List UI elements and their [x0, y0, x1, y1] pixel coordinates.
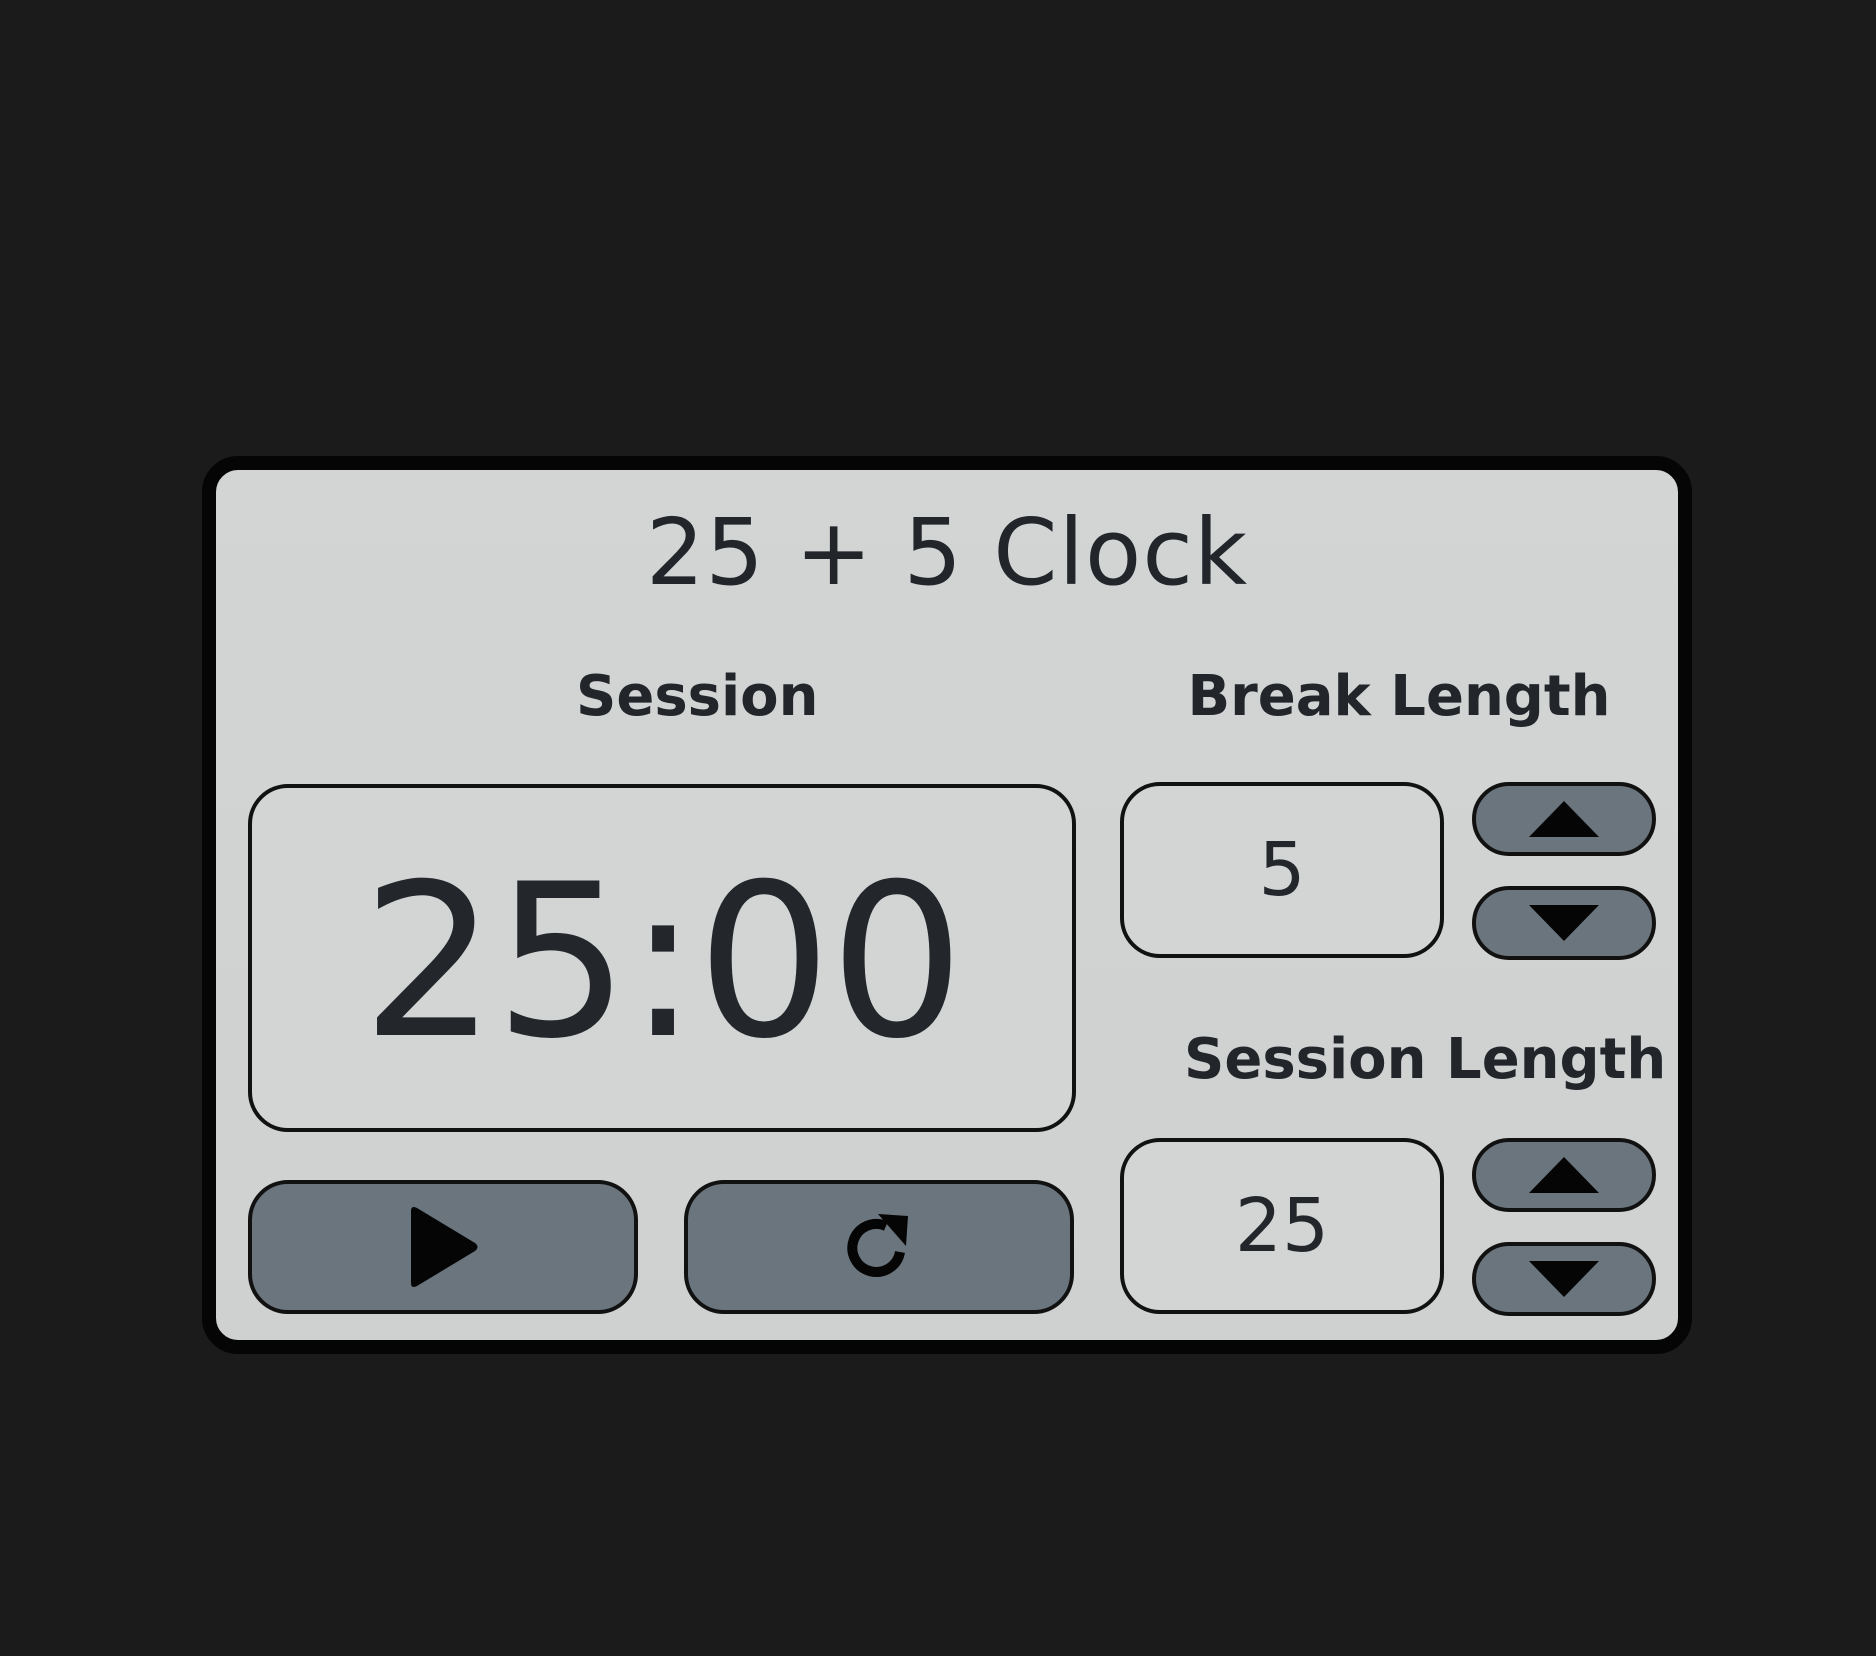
session-length-value: 25 [1120, 1138, 1444, 1314]
refresh-icon [840, 1208, 918, 1286]
app-title: 25 + 5 Clock [645, 499, 1249, 606]
session-length-label: Session Length [1184, 1027, 1667, 1092]
break-length-value: 5 [1120, 782, 1444, 958]
play-icon [405, 1203, 481, 1291]
triangle-down-icon [1527, 903, 1601, 943]
session-increment-button[interactable] [1472, 1138, 1656, 1212]
break-decrement-button[interactable] [1472, 886, 1656, 960]
timer-display: 25:00 [248, 784, 1076, 1132]
start-stop-button[interactable] [248, 1180, 638, 1314]
time-left: 25:00 [361, 838, 965, 1085]
clock-panel: 25 + 5 Clock Session Break Length 25:00 … [202, 456, 1692, 1354]
timer-label: Session [576, 664, 819, 729]
triangle-down-icon [1527, 1259, 1601, 1299]
break-increment-button[interactable] [1472, 782, 1656, 856]
session-decrement-button[interactable] [1472, 1242, 1656, 1316]
break-length-label: Break Length [1187, 664, 1611, 729]
triangle-up-icon [1527, 799, 1601, 839]
triangle-up-icon [1527, 1155, 1601, 1195]
reset-button[interactable] [684, 1180, 1074, 1314]
